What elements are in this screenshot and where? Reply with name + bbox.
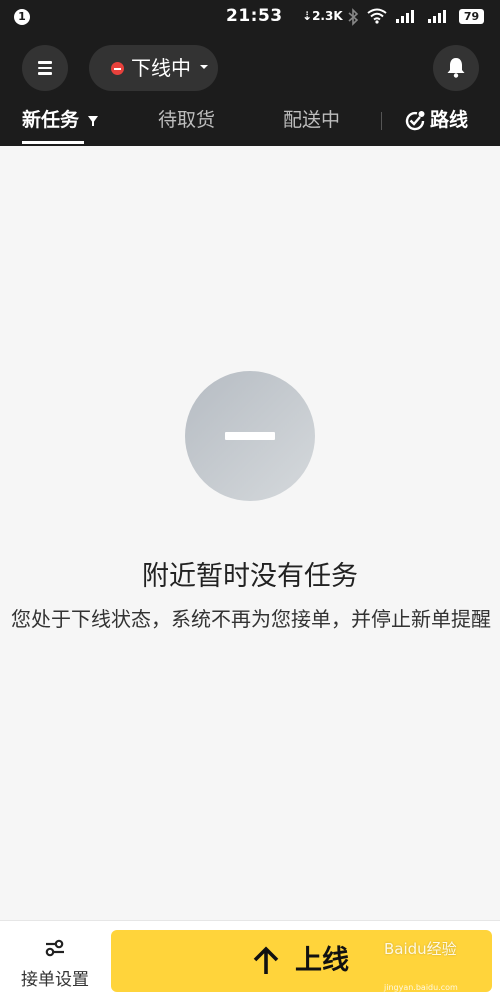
baidu-watermark-url: jingyan.baidu.com <box>384 983 458 992</box>
settings-sliders-icon <box>45 939 64 957</box>
caret-down-icon <box>200 65 208 69</box>
baidu-watermark: Baidu经验 <box>384 940 457 958</box>
empty-state-icon <box>185 371 315 501</box>
tab-route[interactable]: 路线 <box>430 108 468 132</box>
offline-status-icon <box>111 62 124 75</box>
status-time: 21:53 <box>226 6 283 26</box>
minus-icon <box>225 432 275 440</box>
status-bar: 1 21:53 ⇣2.3K 79 <box>0 0 500 34</box>
tab-new-tasks[interactable]: 新任务 <box>22 108 79 132</box>
notification-count-badge: 1 <box>14 9 30 25</box>
notifications-button[interactable] <box>433 45 479 91</box>
empty-state-title: 附近暂时没有任务 <box>142 561 358 592</box>
route-icon[interactable] <box>403 109 427 133</box>
app-header: 下线中 新任务 待取货 配送中 路线 <box>0 34 500 146</box>
filter-icon[interactable] <box>88 116 98 126</box>
order-settings-label: 接单设置 <box>21 970 89 990</box>
download-arrow-icon: ⇣ <box>302 9 313 23</box>
wifi-icon <box>367 8 387 24</box>
bluetooth-icon <box>348 8 359 26</box>
menu-button[interactable] <box>22 45 68 91</box>
network-speed-value: 2.3K <box>312 9 343 23</box>
bell-icon <box>447 58 465 78</box>
tab-delivering[interactable]: 配送中 <box>283 108 340 132</box>
order-settings-button[interactable]: 接单设置 <box>0 921 110 1000</box>
network-speed: ⇣2.3K <box>302 9 343 23</box>
battery-indicator: 79 <box>459 9 484 24</box>
online-status-dropdown[interactable]: 下线中 <box>89 45 218 91</box>
tab-pending-pickup[interactable]: 待取货 <box>158 108 215 132</box>
active-tab-indicator <box>22 141 84 144</box>
tab-divider <box>381 112 382 130</box>
empty-state-description: 您处于下线状态，系统不再为您接单，并停止新单提醒 <box>11 607 491 631</box>
arrow-up-icon <box>253 946 279 974</box>
online-status-label: 下线中 <box>131 56 191 80</box>
signal-icon <box>428 10 446 23</box>
signal-icon <box>396 10 414 23</box>
go-online-label: 上线 <box>295 945 349 976</box>
